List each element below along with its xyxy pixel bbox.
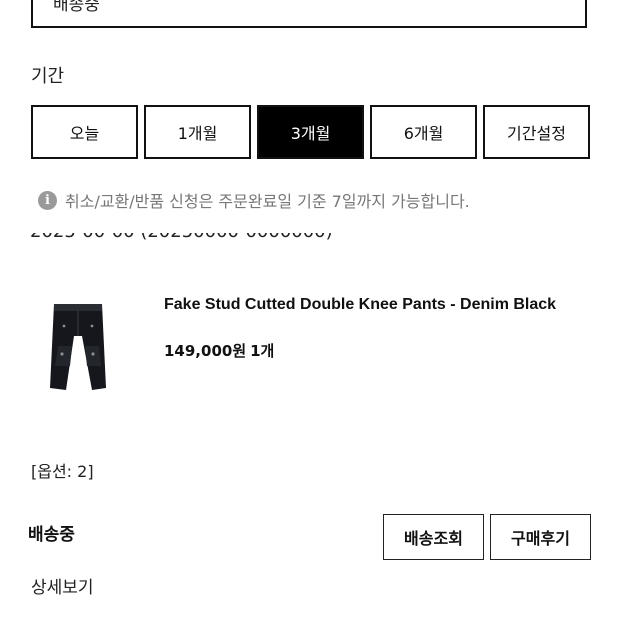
- product-price: 149,000원: [164, 342, 247, 360]
- order-date-header: 2025-00-00 (20250000-0000000): [30, 233, 333, 242]
- order-status-select-value: 배송중: [53, 0, 100, 15]
- product-option: [옵션: 2]: [31, 462, 94, 481]
- order-status-select[interactable]: 배송중: [31, 0, 587, 28]
- order-detail-link[interactable]: 상세보기: [31, 573, 94, 598]
- cancellation-notice-text: 취소/교환/반품 신청은 주문완료일 기준 7일까지 가능합니다.: [65, 192, 470, 211]
- order-date-header-clip: 2025-00-00 (20250000-0000000): [30, 233, 360, 259]
- period-1month-button[interactable]: 1개월: [144, 105, 251, 159]
- shipping-status: 배송중: [28, 525, 75, 545]
- period-label: 기간: [31, 66, 65, 87]
- info-icon: i: [38, 190, 57, 210]
- product-thumbnail[interactable]: [42, 296, 114, 396]
- period-3month-button[interactable]: 3개월: [257, 105, 364, 159]
- write-review-button[interactable]: 구매후기: [490, 514, 591, 560]
- product-quantity: 1개: [250, 342, 275, 360]
- cancellation-notice: i 취소/교환/반품 신청은 주문완료일 기준 7일까지 가능합니다.: [38, 188, 470, 212]
- track-shipment-button[interactable]: 배송조회: [383, 514, 484, 560]
- product-name[interactable]: Fake Stud Cutted Double Knee Pants - Den…: [164, 296, 556, 314]
- period-today-button[interactable]: 오늘: [31, 105, 138, 159]
- product-price-row: 149,000원 1개: [164, 340, 274, 361]
- period-custom-button[interactable]: 기간설정: [483, 105, 590, 159]
- period-6month-button[interactable]: 6개월: [370, 105, 477, 159]
